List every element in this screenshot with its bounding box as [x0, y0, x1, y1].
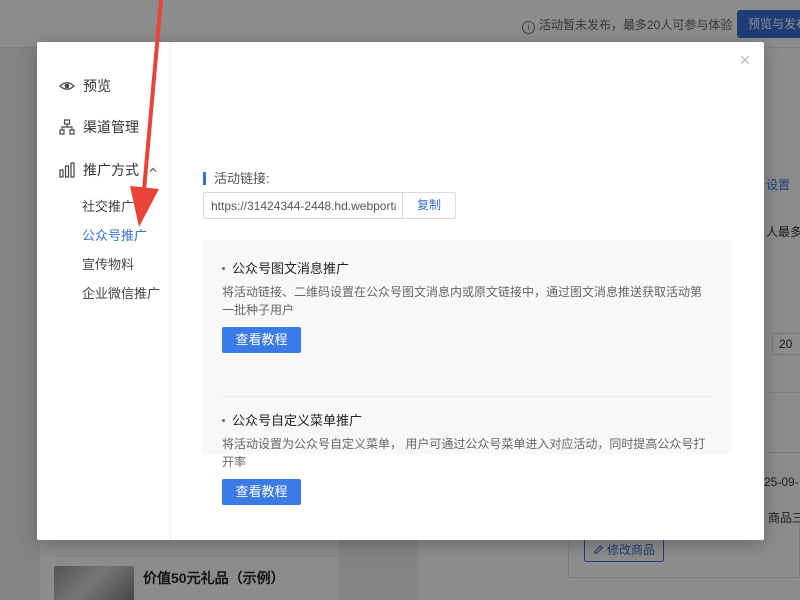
activity-link-label: 活动链接:: [203, 172, 270, 185]
bullet-dot: [222, 419, 225, 422]
bullet-dot: [222, 267, 225, 270]
nav-item-label: 渠道管理: [83, 119, 139, 135]
sub-item-promo-materials[interactable]: 宣传物料: [82, 254, 134, 273]
promotion-description: 将活动设置为公众号自定义菜单， 用户可通过公众号菜单进入对应活动，同时提高公众号…: [222, 437, 706, 469]
promotion-item: 公众号图文消息推广 将活动链接、二维码设置在公众号图文消息内或原文链接中，通过图…: [222, 258, 712, 353]
nav-item-channel-management[interactable]: 渠道管理: [59, 117, 139, 137]
view-tutorial-button[interactable]: 查看教程: [222, 479, 301, 505]
chevron-up-icon[interactable]: [149, 166, 157, 174]
promotion-title-text: 公众号图文消息推广: [232, 261, 350, 276]
divider: [222, 396, 712, 397]
eye-icon: [59, 82, 75, 90]
sub-item-social-promotion[interactable]: 社交推广: [82, 196, 134, 215]
promotion-methods-box: 公众号图文消息推广 将活动链接、二维码设置在公众号图文消息内或原文链接中，通过图…: [202, 240, 732, 505]
promotion-modal: × 预览 渠道管理 推广方式 社交推广 公众号推广 宣传物料 企业微信推广 活动…: [37, 42, 764, 540]
nav-item-label: 推广方式: [83, 162, 139, 178]
nav-item-label: 预览: [83, 78, 111, 94]
promotion-title-text: 公众号自定义菜单推广: [232, 413, 363, 428]
promotion-title: 公众号图文消息推广: [222, 258, 712, 277]
modal-sidebar: 预览 渠道管理 推广方式 社交推广 公众号推广 宣传物料 企业微信推广: [37, 42, 171, 540]
nav-item-preview[interactable]: 预览: [59, 76, 111, 96]
promotion-description: 将活动链接、二维码设置在公众号图文消息内或原文链接中，通过图文消息推送获取活动第…: [222, 285, 703, 317]
org-chart-icon: [59, 119, 75, 135]
copy-button[interactable]: 复制: [402, 192, 456, 219]
close-icon[interactable]: ×: [736, 51, 754, 69]
activity-link-input[interactable]: [203, 192, 403, 219]
nav-item-promotion-methods[interactable]: 推广方式: [59, 160, 157, 180]
promotion-item: 公众号自定义菜单推广 将活动设置为公众号自定义菜单， 用户可通过公众号菜单进入对…: [222, 410, 712, 505]
promotion-title: 公众号自定义菜单推广: [222, 410, 712, 429]
sub-item-wecom-promotion[interactable]: 企业微信推广: [82, 283, 160, 302]
view-tutorial-button[interactable]: 查看教程: [222, 327, 301, 353]
bar-chart-icon: [59, 162, 75, 178]
sub-item-official-account-promotion[interactable]: 公众号推广: [82, 225, 147, 244]
